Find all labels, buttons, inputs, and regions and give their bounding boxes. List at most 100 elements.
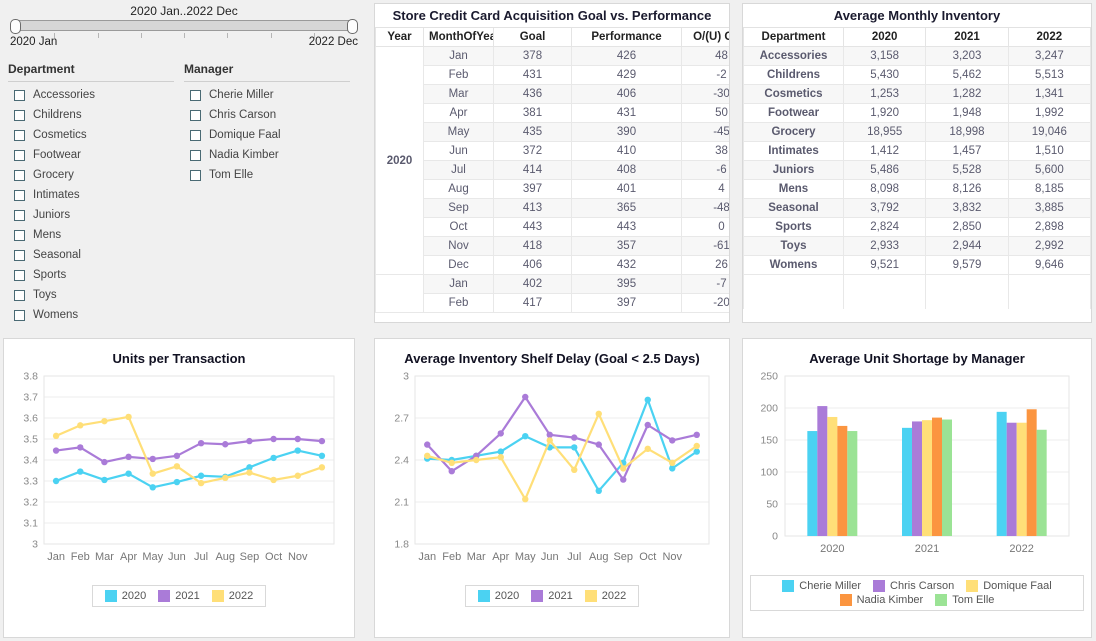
department-cell: Cosmetics xyxy=(743,84,844,104)
department-checkbox-row[interactable]: Cosmetics xyxy=(8,125,174,145)
table-row[interactable]: Oct 443 443 0 xyxy=(376,217,729,237)
checkbox-icon[interactable] xyxy=(190,129,201,141)
inventory-value-cell: 5,528 xyxy=(925,160,1009,180)
department-checkbox-row[interactable]: Grocery xyxy=(8,165,174,185)
table-row[interactable]: Feb 431 429 -2 xyxy=(376,65,729,85)
slider-handle-max[interactable] xyxy=(347,19,358,34)
department-checkbox-row[interactable]: Toys xyxy=(8,285,174,305)
department-checkbox-row[interactable]: Intimates xyxy=(8,185,174,205)
legend-item[interactable]: 2022 xyxy=(584,590,626,602)
table-row[interactable]: Jul 414 408 -6 xyxy=(376,160,729,180)
table-row[interactable]: Cosmetics 1,253 1,282 1,341 xyxy=(743,84,1091,104)
department-checkbox-row[interactable]: Accessories xyxy=(8,85,174,105)
checkbox-icon[interactable] xyxy=(190,149,201,161)
legend-swatch-icon xyxy=(211,590,224,602)
column-header[interactable]: 2020 xyxy=(842,28,927,47)
table-row[interactable]: Womens 9,521 9,579 9,646 xyxy=(743,255,1091,275)
manager-checkbox-row[interactable]: Domique Faal xyxy=(184,125,350,145)
manager-checkbox-row[interactable]: Cherie Miller xyxy=(184,85,350,105)
legend-item[interactable]: Cherie Miller xyxy=(782,580,861,592)
legend-item[interactable]: Chris Carson xyxy=(873,580,954,592)
table-row[interactable]: Nov 418 357 -61 xyxy=(376,236,729,256)
checkbox-icon[interactable] xyxy=(14,189,25,201)
department-checkbox-row[interactable]: Childrens xyxy=(8,105,174,125)
date-range-slider[interactable]: 2020 Jan..2022 Dec 2020 Jan 2022 Dec xyxy=(10,4,358,48)
column-header[interactable]: MonthOfYear xyxy=(423,28,494,47)
month-cell: Jun xyxy=(423,141,494,161)
checkbox-icon[interactable] xyxy=(190,89,201,101)
manager-checkbox-row[interactable]: Chris Carson xyxy=(184,105,350,125)
column-header[interactable]: Year xyxy=(375,28,424,47)
column-header[interactable]: Department xyxy=(743,28,844,47)
legend-item[interactable]: Nadia Kimber xyxy=(839,594,923,606)
column-header[interactable]: Performance xyxy=(571,28,682,47)
legend-item[interactable]: Domique Faal xyxy=(966,580,1052,592)
checkbox-icon[interactable] xyxy=(14,109,25,121)
goal-cell: 372 xyxy=(493,141,572,161)
legend-item[interactable]: Tom Elle xyxy=(935,594,994,606)
slider-track[interactable] xyxy=(10,19,358,38)
legend-item[interactable]: 2021 xyxy=(531,590,573,602)
table-row[interactable]: Sports 2,824 2,850 2,898 xyxy=(743,217,1091,237)
column-header[interactable]: 2021 xyxy=(925,28,1009,47)
table-row[interactable]: 2020 Jan 378 426 48 xyxy=(375,46,729,275)
table-row[interactable]: Mar 436 406 -30 xyxy=(376,84,729,104)
checkbox-icon[interactable] xyxy=(14,209,25,221)
table-row[interactable]: Sep 413 365 -48 xyxy=(376,198,729,218)
table-row[interactable]: Seasonal 3,792 3,832 3,885 xyxy=(743,198,1091,218)
checkbox-icon[interactable] xyxy=(190,109,201,121)
legend-item[interactable]: 2022 xyxy=(211,590,253,602)
table-row[interactable]: Grocery 18,955 18,998 19,046 xyxy=(743,122,1091,142)
table-row[interactable]: Toys 2,933 2,944 2,992 xyxy=(743,236,1091,256)
department-checkbox-row[interactable]: Seasonal xyxy=(8,245,174,265)
empty-cell xyxy=(842,274,927,309)
table-header-row: YearMonthOfYearGoalPerformanceO/(U) Goal xyxy=(375,28,729,47)
goal-cell: 406 xyxy=(493,255,572,275)
legend-item[interactable]: 2020 xyxy=(104,590,146,602)
table-row[interactable]: Dec 406 432 26 xyxy=(376,255,729,275)
checkbox-icon[interactable] xyxy=(14,129,25,141)
department-checkbox-row[interactable]: Sports xyxy=(8,265,174,285)
table-row[interactable]: Aug 397 401 4 xyxy=(376,179,729,199)
checkbox-icon[interactable] xyxy=(190,169,201,181)
checkbox-icon[interactable] xyxy=(14,289,25,301)
checkbox-icon[interactable] xyxy=(14,249,25,261)
department-checkbox-label: Womens xyxy=(33,309,79,321)
table-row[interactable]: Jan 402 395 -7 xyxy=(375,274,729,313)
department-checkbox-row[interactable]: Juniors xyxy=(8,205,174,225)
column-header[interactable]: Goal xyxy=(493,28,572,47)
table-row[interactable]: Mens 8,098 8,126 8,185 xyxy=(743,179,1091,199)
department-checkbox-row[interactable]: Footwear xyxy=(8,145,174,165)
table-row[interactable]: Accessories 3,158 3,203 3,247 xyxy=(743,46,1091,66)
table-row[interactable]: Apr 381 431 50 xyxy=(376,103,729,123)
legend-item[interactable]: 2020 xyxy=(477,590,519,602)
goal-cell: 402 xyxy=(493,274,572,294)
credit-card-table-scroll[interactable]: YearMonthOfYearGoalPerformanceO/(U) Goal… xyxy=(375,28,729,322)
inventory-value-cell: 5,600 xyxy=(1007,160,1091,180)
slider-tick xyxy=(227,33,229,38)
column-header[interactable]: 2022 xyxy=(1007,28,1091,47)
checkbox-icon[interactable] xyxy=(14,229,25,241)
table-row[interactable]: Feb 417 397 -20 xyxy=(376,293,729,313)
checkbox-icon[interactable] xyxy=(14,309,25,321)
checkbox-icon[interactable] xyxy=(14,169,25,181)
checkbox-icon[interactable] xyxy=(14,89,25,101)
inventory-value-cell: 1,457 xyxy=(925,141,1009,161)
department-cell: Toys xyxy=(743,236,844,256)
department-checkbox-row[interactable]: Womens xyxy=(8,305,174,325)
legend-item[interactable]: 2021 xyxy=(158,590,200,602)
manager-checkbox-row[interactable]: Nadia Kimber xyxy=(184,145,350,165)
inventory-value-cell: 9,646 xyxy=(1007,255,1091,275)
column-header[interactable]: O/(U) Goal xyxy=(681,28,729,47)
checkbox-icon[interactable] xyxy=(14,149,25,161)
manager-checkbox-row[interactable]: Tom Elle xyxy=(184,165,350,185)
table-row[interactable]: Jun 372 410 38 xyxy=(376,141,729,161)
table-row[interactable]: Childrens 5,430 5,462 5,513 xyxy=(743,65,1091,85)
table-row[interactable]: Intimates 1,412 1,457 1,510 xyxy=(743,141,1091,161)
table-row[interactable]: May 435 390 -45 xyxy=(376,122,729,142)
department-checkbox-row[interactable]: Mens xyxy=(8,225,174,245)
slider-handle-min[interactable] xyxy=(10,19,21,34)
checkbox-icon[interactable] xyxy=(14,269,25,281)
table-row[interactable]: Juniors 5,486 5,528 5,600 xyxy=(743,160,1091,180)
table-row[interactable]: Footwear 1,920 1,948 1,992 xyxy=(743,103,1091,123)
